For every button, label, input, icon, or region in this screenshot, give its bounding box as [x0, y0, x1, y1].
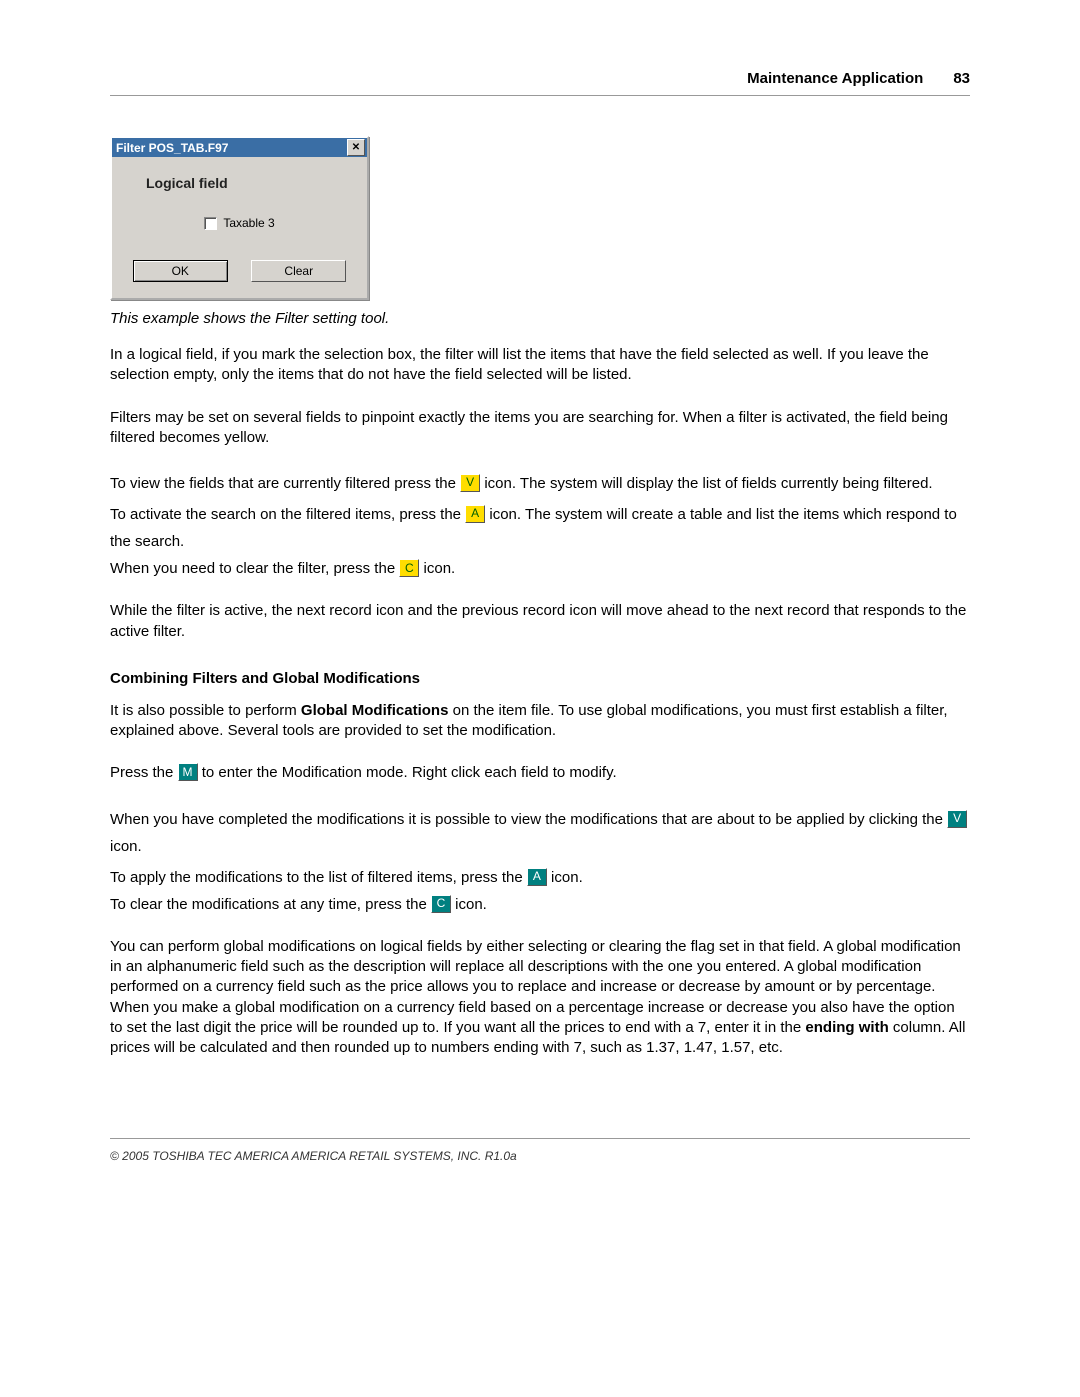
- text: To activate the search on the filtered i…: [110, 506, 465, 523]
- dialog-body: Logical field Taxable 3 OK Clear: [112, 157, 367, 298]
- clear-button[interactable]: Clear: [251, 260, 346, 282]
- filter-dialog: Filter POS_TAB.F97 ✕ Logical field Taxab…: [110, 136, 369, 300]
- activate-filter-icon[interactable]: A: [465, 505, 485, 523]
- paragraph: Filters may be set on several fields to …: [110, 408, 970, 449]
- close-icon[interactable]: ✕: [347, 139, 365, 156]
- text: Press the: [110, 764, 178, 781]
- text: to enter the Modification mode. Right cl…: [202, 764, 617, 781]
- logical-field-label: Logical field: [146, 175, 353, 191]
- modification-mode-icon[interactable]: M: [178, 763, 198, 781]
- text: icon.: [110, 838, 142, 855]
- view-filter-icon[interactable]: V: [460, 474, 480, 492]
- dialog-button-row: OK Clear: [126, 260, 353, 282]
- paragraph: When you need to clear the filter, press…: [110, 559, 970, 579]
- page-footer: © 2005 TOSHIBA TEC AMERICA AMERICA RETAI…: [110, 1138, 970, 1163]
- document-page: Maintenance Application 83 Filter POS_TA…: [0, 0, 1080, 1213]
- text: To view the fields that are currently fi…: [110, 475, 460, 492]
- dialog-title: Filter POS_TAB.F97: [116, 141, 228, 155]
- term-ending-with: ending with: [805, 1019, 888, 1036]
- paragraph: You can perform global modifications on …: [110, 937, 970, 1059]
- apply-modifications-icon[interactable]: A: [527, 868, 547, 886]
- term-global-modifications: Global Modifications: [301, 702, 449, 719]
- taxable-checkbox-label: Taxable 3: [223, 216, 274, 230]
- ok-button[interactable]: OK: [133, 260, 228, 282]
- section-heading: Combining Filters and Global Modificatio…: [110, 670, 970, 687]
- paragraph: It is also possible to perform Global Mo…: [110, 701, 970, 742]
- text: icon.: [455, 896, 487, 913]
- page-header: Maintenance Application 83: [110, 70, 970, 96]
- paragraph: To activate the search on the filtered i…: [110, 501, 970, 555]
- text: icon.: [551, 869, 583, 886]
- text: icon.: [424, 560, 456, 577]
- text: When you have completed the modification…: [110, 811, 947, 828]
- text: It is also possible to perform: [110, 702, 301, 719]
- clear-filter-icon[interactable]: C: [399, 559, 419, 577]
- taxable-checkbox[interactable]: [204, 217, 217, 230]
- paragraph: Press the M to enter the Modification mo…: [110, 763, 970, 783]
- paragraph: To apply the modifications to the list o…: [110, 864, 970, 891]
- view-modifications-icon[interactable]: V: [947, 810, 967, 828]
- paragraph: In a logical field, if you mark the sele…: [110, 345, 970, 386]
- paragraph: To view the fields that are currently fi…: [110, 470, 970, 497]
- dialog-titlebar: Filter POS_TAB.F97 ✕: [112, 138, 367, 157]
- clear-modifications-icon[interactable]: C: [431, 895, 451, 913]
- paragraph: While the filter is active, the next rec…: [110, 601, 970, 642]
- taxable-checkbox-row: Taxable 3: [126, 216, 353, 230]
- page-number: 83: [953, 70, 970, 87]
- paragraph: To clear the modifications at any time, …: [110, 895, 970, 915]
- header-title: Maintenance Application: [747, 70, 923, 87]
- text: To apply the modifications to the list o…: [110, 869, 527, 886]
- text: To clear the modifications at any time, …: [110, 896, 431, 913]
- figure-caption: This example shows the Filter setting to…: [110, 310, 970, 327]
- text: When you need to clear the filter, press…: [110, 560, 399, 577]
- text: icon. The system will display the list o…: [484, 475, 932, 492]
- paragraph: When you have completed the modification…: [110, 806, 970, 860]
